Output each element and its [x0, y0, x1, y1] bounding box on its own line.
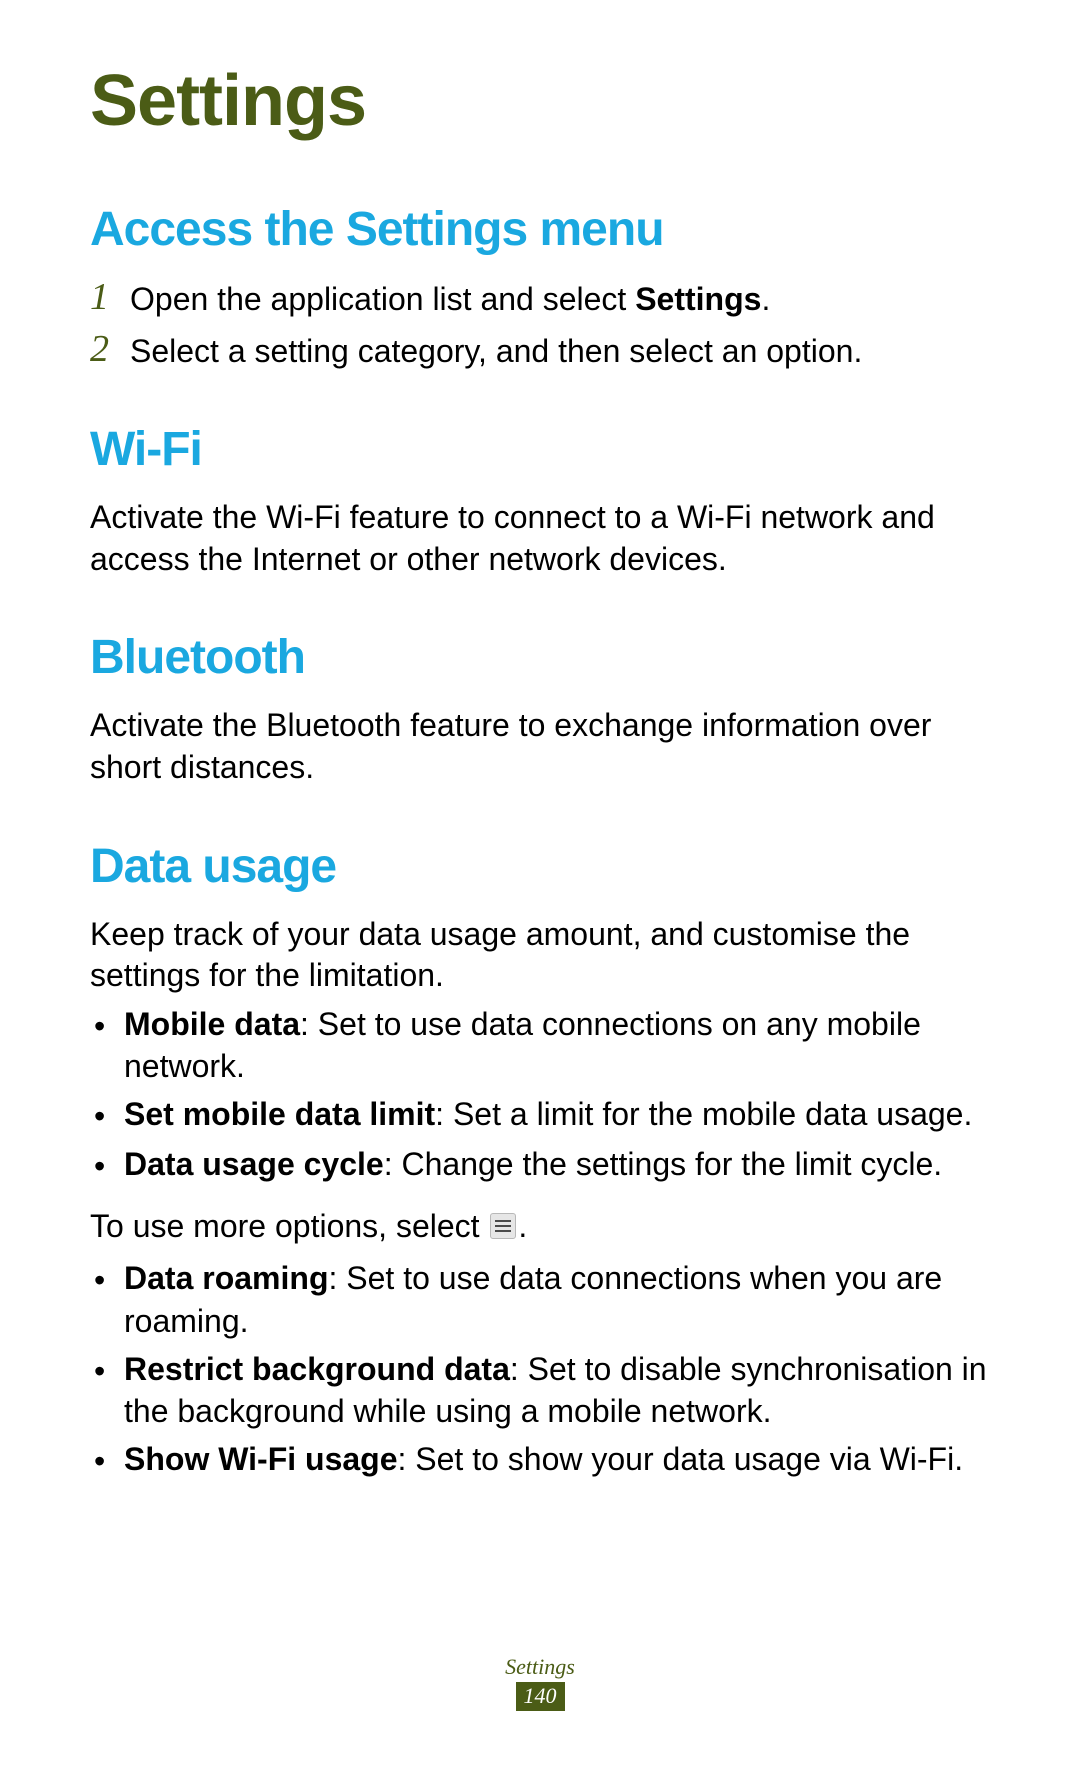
manual-page: Settings Access the Settings menu 1 Open…: [0, 0, 1080, 1771]
bullet-bold: Data roaming: [124, 1260, 328, 1296]
more-options-pre: To use more options, select: [90, 1208, 488, 1244]
bluetooth-body: Activate the Bluetooth feature to exchan…: [90, 705, 990, 788]
section-title-bluetooth: Bluetooth: [90, 630, 990, 685]
bullet-icon: •: [90, 1257, 124, 1301]
page-footer: Settings 140: [0, 1654, 1080, 1711]
section-title-access: Access the Settings menu: [90, 202, 990, 257]
menu-icon: [490, 1213, 516, 1239]
bullet-bold: Restrict background data: [124, 1351, 510, 1387]
section-title-data-usage: Data usage: [90, 839, 990, 894]
bullet-text: Show Wi-Fi usage: Set to show your data …: [124, 1438, 990, 1480]
bullet-text: Data usage cycle: Change the settings fo…: [124, 1143, 990, 1185]
step-suffix: .: [761, 281, 770, 317]
step-number: 1: [90, 277, 130, 319]
step-bold: Settings: [635, 281, 761, 317]
bullet-text: Data roaming: Set to use data connection…: [124, 1257, 990, 1341]
bullet-icon: •: [90, 1143, 124, 1187]
step-prefix: Open the application list and select: [130, 281, 635, 317]
list-item: • Show Wi-Fi usage: Set to show your dat…: [90, 1438, 990, 1482]
bullet-text: Restrict background data: Set to disable…: [124, 1348, 990, 1432]
bullet-list-secondary: • Data roaming: Set to use data connecti…: [90, 1257, 990, 1482]
step-prefix: Select a setting category, and then sele…: [130, 333, 862, 369]
footer-section-label: Settings: [0, 1654, 1080, 1680]
list-item: • Set mobile data limit: Set a limit for…: [90, 1093, 990, 1137]
bullet-bold: Set mobile data limit: [124, 1096, 435, 1132]
bullet-bold: Data usage cycle: [124, 1146, 384, 1182]
chapter-title: Settings: [90, 60, 990, 142]
bullet-icon: •: [90, 1348, 124, 1392]
bullet-icon: •: [90, 1003, 124, 1047]
step-list-access: 1 Open the application list and select S…: [90, 277, 990, 372]
bullet-text: Set mobile data limit: Set a limit for t…: [124, 1093, 990, 1135]
section-title-wifi: Wi-Fi: [90, 422, 990, 477]
bullet-bold: Mobile data: [124, 1006, 300, 1042]
step-text: Open the application list and select Set…: [130, 277, 770, 321]
page-number: 140: [516, 1682, 565, 1711]
data-usage-intro: Keep track of your data usage amount, an…: [90, 914, 990, 997]
list-item: • Mobile data: Set to use data connectio…: [90, 1003, 990, 1087]
bullet-rest: : Set to show your data usage via Wi-Fi.: [398, 1441, 964, 1477]
bullet-icon: •: [90, 1438, 124, 1482]
list-item: • Restrict background data: Set to disab…: [90, 1348, 990, 1432]
bullet-text: Mobile data: Set to use data connections…: [124, 1003, 990, 1087]
step-number: 2: [90, 329, 130, 371]
bullet-icon: •: [90, 1093, 124, 1137]
bullet-rest: : Set a limit for the mobile data usage.: [435, 1096, 972, 1132]
step-text: Select a setting category, and then sele…: [130, 329, 862, 373]
step-row: 1 Open the application list and select S…: [90, 277, 990, 321]
bullet-bold: Show Wi-Fi usage: [124, 1441, 398, 1477]
list-item: • Data roaming: Set to use data connecti…: [90, 1257, 990, 1341]
step-row: 2 Select a setting category, and then se…: [90, 329, 990, 373]
bullet-rest: : Change the settings for the limit cycl…: [384, 1146, 942, 1182]
wifi-body: Activate the Wi-Fi feature to connect to…: [90, 497, 990, 580]
more-options-line: To use more options, select .: [90, 1206, 990, 1248]
bullet-list-primary: • Mobile data: Set to use data connectio…: [90, 1003, 990, 1188]
more-options-post: .: [518, 1208, 527, 1244]
list-item: • Data usage cycle: Change the settings …: [90, 1143, 990, 1187]
